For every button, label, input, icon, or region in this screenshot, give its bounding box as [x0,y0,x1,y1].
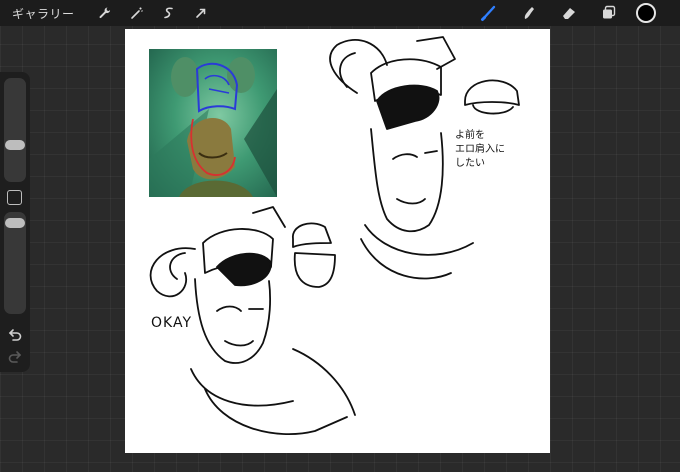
smudge-icon[interactable] [516,1,542,25]
selection-icon[interactable] [157,1,181,25]
top-toolbar: ギャラリー [0,0,680,26]
undo-icon[interactable] [5,326,25,344]
drawing-canvas[interactable]: よ前を エロ肩入に したい OKAY [125,29,550,453]
jp-note-line: よ前を [455,130,485,141]
brush-size-thumb[interactable] [5,140,25,150]
sketch-goggle-bottom [216,252,272,287]
left-sidebar [0,72,30,372]
sketch-face-bottom [194,278,271,364]
sketch-horn-bottom [149,247,196,298]
layers-icon[interactable] [596,1,622,25]
jp-note: よ前を エロ肩入に したい [455,129,505,171]
sketch-layer [149,36,520,435]
transform-arrow-icon[interactable] [189,1,213,25]
magic-wand-icon[interactable] [125,1,149,25]
color-swatch[interactable] [636,3,656,23]
wrench-icon[interactable] [93,1,117,25]
opacity-slider[interactable] [4,212,26,314]
sketch-face-large [370,128,444,233]
eraser-icon[interactable] [556,1,582,25]
redo-icon[interactable] [5,348,25,366]
jp-note-line: したい [455,158,485,169]
gallery-button[interactable]: ギャラリー [12,5,75,22]
sketch-goggle-large [376,84,440,130]
opacity-thumb[interactable] [5,218,25,228]
brush-size-slider[interactable] [4,78,26,182]
okay-annotation: OKAY [151,315,192,331]
modify-button[interactable] [7,190,22,205]
painting-tools [476,0,656,26]
brush-icon[interactable] [476,1,502,25]
jp-note-line: エロ肩入に [455,144,505,155]
sketch-mini-head [292,222,332,248]
sketch-helmet-doodle [464,79,520,106]
